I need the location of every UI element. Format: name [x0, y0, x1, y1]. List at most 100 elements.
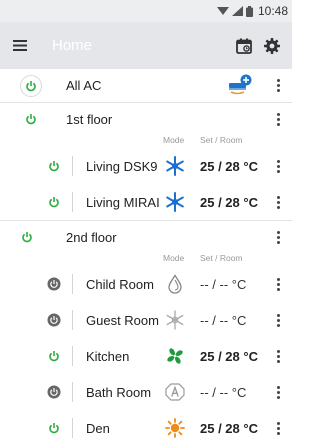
mode-button[interactable] — [164, 381, 186, 403]
menu-button[interactable] — [0, 22, 40, 69]
mode-button[interactable] — [164, 155, 186, 177]
room-row[interactable]: Child Room -- / -- °C — [0, 266, 292, 302]
power-icon — [49, 423, 59, 434]
app-bar: Home — [0, 22, 292, 69]
more-options-button[interactable] — [273, 346, 283, 366]
room-row[interactable]: Kitchen 25 / 28 °C — [0, 338, 292, 374]
column-headers: Mode Set / Room — [0, 253, 292, 266]
floor-name: 2nd floor — [66, 229, 117, 245]
room-name: Kitchen — [86, 348, 130, 364]
power-icon — [49, 161, 59, 172]
mode-button[interactable] — [164, 345, 186, 367]
sun-icon — [165, 418, 185, 438]
temperature-readout: -- / -- °C — [200, 384, 247, 400]
power-icon — [22, 232, 32, 243]
more-options-button[interactable] — [273, 109, 283, 129]
setroom-header: Set / Room — [200, 253, 243, 263]
power-off-icon — [47, 385, 61, 399]
floor-row[interactable]: 2nd floor — [0, 220, 292, 253]
mode-button[interactable] — [164, 309, 186, 331]
divider — [72, 274, 73, 294]
temperature-readout: 25 / 28 °C — [200, 158, 258, 174]
power-off-icon — [47, 313, 61, 327]
power-button[interactable] — [45, 275, 63, 293]
power-button[interactable] — [45, 419, 63, 437]
room-row[interactable]: Guest Room -- / -- °C — [0, 302, 292, 338]
schedule-button[interactable] — [230, 22, 258, 69]
power-button[interactable] — [45, 193, 63, 211]
divider — [72, 346, 73, 366]
power-button-floor[interactable] — [18, 228, 36, 246]
ac-list: All AC 1st floor Mode Set / Room Living … — [0, 69, 292, 446]
fan-icon — [167, 348, 183, 364]
temperature-readout: 25 / 28 °C — [200, 420, 258, 436]
power-button[interactable] — [45, 347, 63, 365]
battery-icon — [245, 5, 253, 17]
add-ac-button[interactable] — [226, 73, 254, 99]
mode-header: Mode — [163, 253, 185, 263]
more-options-button[interactable] — [273, 310, 283, 330]
more-options-button[interactable] — [273, 382, 283, 402]
auto-icon — [165, 383, 185, 401]
gear-icon — [264, 37, 280, 54]
more-options-button[interactable] — [273, 76, 283, 96]
power-icon — [26, 80, 36, 91]
room-row[interactable]: Living DSK9 25 / 28 °C — [0, 148, 292, 184]
clock: 10:48 — [257, 4, 288, 18]
page-title: Home — [52, 37, 93, 54]
more-options-button[interactable] — [273, 418, 283, 438]
setroom-header: Set / Room — [200, 135, 243, 145]
room-name: Child Room — [86, 276, 154, 292]
power-icon — [49, 351, 59, 362]
room-name: Guest Room — [86, 312, 159, 328]
column-headers: Mode Set / Room — [0, 135, 292, 148]
calendar-icon — [236, 38, 252, 54]
temperature-readout: 25 / 28 °C — [200, 194, 258, 210]
power-icon — [26, 114, 36, 125]
menu-icon — [13, 40, 27, 51]
more-options-button[interactable] — [273, 274, 283, 294]
mode-button[interactable] — [164, 191, 186, 213]
power-button[interactable] — [45, 383, 63, 401]
group-name: All AC — [66, 78, 102, 93]
temperature-readout: -- / -- °C — [200, 276, 247, 292]
snowflake-icon — [166, 192, 184, 212]
all-ac-row[interactable]: All AC — [0, 69, 292, 102]
room-name: Den — [86, 420, 110, 436]
room-name: Bath Room — [86, 384, 152, 400]
divider — [72, 192, 73, 212]
drop-icon — [168, 274, 182, 294]
power-button[interactable] — [45, 311, 63, 329]
mode-button[interactable] — [164, 273, 186, 295]
room-name: Living MIRAI — [86, 194, 160, 210]
more-options-button[interactable] — [273, 227, 283, 247]
more-options-button[interactable] — [273, 192, 283, 212]
power-button-all[interactable] — [20, 74, 42, 97]
snowflake-icon — [166, 310, 184, 330]
temperature-readout: 25 / 28 °C — [200, 348, 258, 364]
more-options-button[interactable] — [273, 156, 283, 176]
room-name: Living DSK9 — [86, 158, 158, 174]
power-button[interactable] — [45, 157, 63, 175]
power-off-icon — [47, 277, 61, 291]
divider — [72, 156, 73, 176]
floor-row[interactable]: 1st floor — [0, 102, 292, 135]
wifi-icon — [216, 7, 229, 15]
room-row[interactable]: Den 25 / 28 °C — [0, 410, 292, 446]
settings-button[interactable] — [258, 22, 286, 69]
temperature-readout: -- / -- °C — [200, 312, 247, 328]
floor-name: 1st floor — [66, 111, 113, 127]
divider — [72, 382, 73, 402]
signal-icon — [231, 6, 243, 16]
status-bar: 10:48 — [0, 0, 292, 22]
divider — [72, 418, 73, 438]
divider — [72, 310, 73, 330]
add-ac-icon — [229, 74, 252, 94]
room-row[interactable]: Living MIRAI 25 / 28 °C — [0, 184, 292, 220]
snowflake-icon — [166, 156, 184, 176]
power-button-floor[interactable] — [22, 110, 40, 128]
power-icon — [49, 197, 59, 208]
mode-header: Mode — [163, 135, 185, 145]
room-row[interactable]: Bath Room -- / -- °C — [0, 374, 292, 410]
mode-button[interactable] — [164, 417, 186, 439]
